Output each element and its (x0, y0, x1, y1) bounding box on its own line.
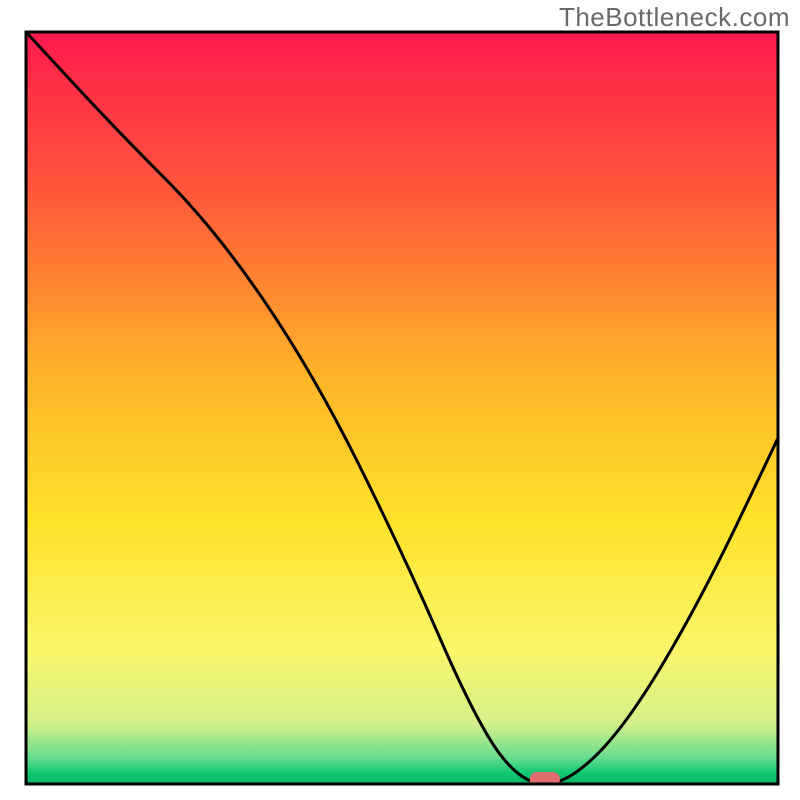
watermark-text: TheBottleneck.com (559, 2, 790, 33)
bottleneck-curve-chart (0, 0, 800, 800)
chart-container: TheBottleneck.com (0, 0, 800, 800)
gradient-background (26, 32, 778, 784)
